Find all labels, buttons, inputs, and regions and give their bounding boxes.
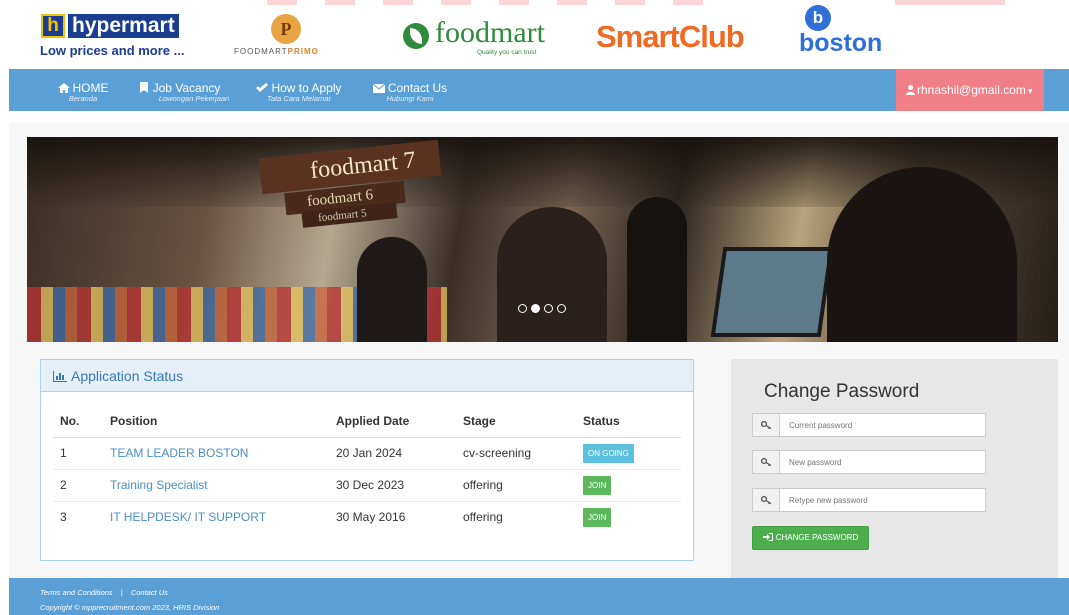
- table-row: 1 TEAM LEADER BOSTON 20 Jan 2024 cv-scre…: [53, 436, 681, 469]
- nav-job-vacancy-sublabel: Lowongan Pekerjaan: [158, 94, 230, 103]
- banner-person-middle: [627, 197, 687, 342]
- change-password-label: CHANGE PASSWORD: [775, 533, 859, 542]
- stage: offering: [456, 500, 576, 533]
- column-header-no: No.: [53, 405, 103, 438]
- status-badge: JOIN: [583, 475, 612, 495]
- row-number: 2: [53, 468, 103, 501]
- applied-date: 30 May 2016: [329, 500, 456, 533]
- primo-suffix: PRIMO: [287, 47, 319, 56]
- user-icon: [906, 70, 915, 95]
- nav-how-to-apply-sublabel: Tata Cara Melamar: [267, 94, 331, 103]
- footer-separator: |: [120, 588, 123, 597]
- current-password-input[interactable]: [781, 414, 985, 436]
- top-decoration: [895, 0, 1005, 5]
- key-icon: [753, 414, 780, 436]
- key-icon: [753, 451, 780, 473]
- column-header-stage: Stage: [456, 405, 576, 438]
- applied-date: 30 Dec 2023: [329, 468, 456, 501]
- user-dropdown[interactable]: rhnashil@gmail.com ▾: [896, 69, 1044, 111]
- foodmart-tagline: Quality you can trust: [477, 49, 537, 56]
- top-decoration: [267, 0, 707, 5]
- banner-person-right: [827, 167, 1017, 342]
- application-status-header: Application Status: [41, 360, 693, 392]
- change-password-title: Change Password: [764, 381, 920, 402]
- nav-home[interactable]: HOME Beranda: [53, 82, 113, 103]
- new-password-group: [752, 450, 986, 474]
- nav-job-vacancy-label: Job Vacancy: [152, 81, 221, 95]
- primo-monogram: P: [271, 14, 301, 44]
- row-number: 1: [53, 436, 103, 469]
- primo-name: FOODMART: [234, 47, 288, 56]
- hypermart-wordmark: hypermart: [68, 14, 179, 38]
- column-header-status: Status: [576, 405, 681, 438]
- change-password-panel: Change Password CHANGE PASSWORD: [731, 359, 1058, 578]
- position-link[interactable]: IT HELPDESK/ IT SUPPORT: [103, 500, 329, 533]
- position-link[interactable]: TEAM LEADER BOSTON: [103, 436, 329, 469]
- home-icon: [57, 83, 70, 93]
- hypermart-h-icon: h: [41, 14, 65, 38]
- sign-in-icon: [762, 528, 773, 541]
- nav-how-to-apply-label: How to Apply: [271, 81, 342, 95]
- application-status-title: Application Status: [71, 368, 184, 384]
- banner-person-left: [357, 237, 427, 342]
- chevron-down-icon: ▾: [1027, 86, 1033, 96]
- boston-logo[interactable]: b boston: [799, 5, 899, 61]
- brand-bar: h hypermart Low prices and more ... P FO…: [0, 0, 1069, 68]
- column-header-applied-date: Applied Date: [329, 405, 456, 438]
- nav-contact-us-label: Contact Us: [387, 81, 448, 95]
- retype-password-input[interactable]: [781, 489, 985, 511]
- change-password-button[interactable]: CHANGE PASSWORD: [752, 526, 869, 550]
- banner-monitor: [710, 247, 834, 337]
- nav-home-sublabel: Beranda: [68, 94, 98, 103]
- stage: offering: [456, 468, 576, 501]
- key-icon: [753, 489, 780, 511]
- carousel-dot-3[interactable]: [544, 304, 553, 313]
- position-link[interactable]: Training Specialist: [103, 468, 329, 501]
- hypermart-logo[interactable]: h hypermart Low prices and more ...: [40, 13, 200, 61]
- nav-contact-us-sublabel: Hubungi Kami: [386, 94, 434, 103]
- status-badge: ON GOING: [583, 443, 634, 463]
- bar-chart-icon: [53, 361, 67, 382]
- table-row: 3 IT HELPDESK/ IT SUPPORT 30 May 2016 of…: [53, 500, 681, 533]
- foodmart-logo[interactable]: foodmart Quality you can trust: [402, 14, 552, 60]
- stage: cv-screening: [456, 436, 576, 469]
- nav-how-to-apply[interactable]: How to Apply Tata Cara Melamar: [249, 82, 349, 103]
- primo-wordmark: FOODMARTPRIMO: [234, 47, 319, 56]
- application-status-panel: Application Status No. Position Applied …: [40, 359, 694, 561]
- table-header-row: No. Position Applied Date Stage Status: [53, 405, 681, 438]
- copyright-text: Copyright © mpprecruitment.com 2023, HRI…: [40, 603, 220, 612]
- current-password-group: [752, 413, 986, 437]
- new-password-input[interactable]: [781, 451, 985, 473]
- application-table: No. Position Applied Date Stage Status 1…: [53, 405, 681, 533]
- retype-password-group: [752, 488, 986, 512]
- banner-person-center: [497, 207, 607, 342]
- carousel-dot-2[interactable]: [531, 304, 540, 313]
- envelope-icon: [372, 83, 386, 93]
- check-icon: [256, 83, 269, 93]
- banner-carousel[interactable]: foodmart 7 foodmart 6 foodmart 5: [27, 137, 1058, 342]
- boston-wordmark: boston: [799, 29, 883, 57]
- nav-contact-us[interactable]: Contact Us Hubungi Kami: [365, 82, 455, 103]
- carousel-dot-4[interactable]: [557, 304, 566, 313]
- applied-date: 20 Jan 2024: [329, 436, 456, 469]
- status-badge: JOIN: [583, 507, 612, 527]
- contact-link[interactable]: Contact Us: [131, 588, 168, 597]
- foodmart-primo-logo[interactable]: P FOODMARTPRIMO: [231, 14, 351, 60]
- hypermart-tagline: Low prices and more ...: [40, 43, 185, 58]
- smartclub-logo[interactable]: SmartClub: [596, 18, 766, 58]
- footer-links: Terms and Conditions | Contact Us: [40, 588, 168, 597]
- footer: Terms and Conditions | Contact Us Copyri…: [9, 578, 1069, 615]
- bookmark-icon: [138, 82, 150, 93]
- carousel-dot-1[interactable]: [518, 304, 527, 313]
- table-row: 2 Training Specialist 30 Dec 2023 offeri…: [53, 468, 681, 501]
- terms-link[interactable]: Terms and Conditions: [40, 588, 113, 597]
- column-header-position: Position: [103, 405, 329, 438]
- foodmart-wordmark: foodmart: [435, 16, 545, 49]
- nav-job-vacancy[interactable]: Job Vacancy Lowongan Pekerjaan: [124, 82, 234, 103]
- smartclub-wordmark: SmartClub: [596, 19, 745, 54]
- row-number: 3: [53, 500, 103, 533]
- nav-home-label: HOME: [72, 81, 109, 95]
- user-email: rhnashil@gmail.com: [917, 83, 1026, 97]
